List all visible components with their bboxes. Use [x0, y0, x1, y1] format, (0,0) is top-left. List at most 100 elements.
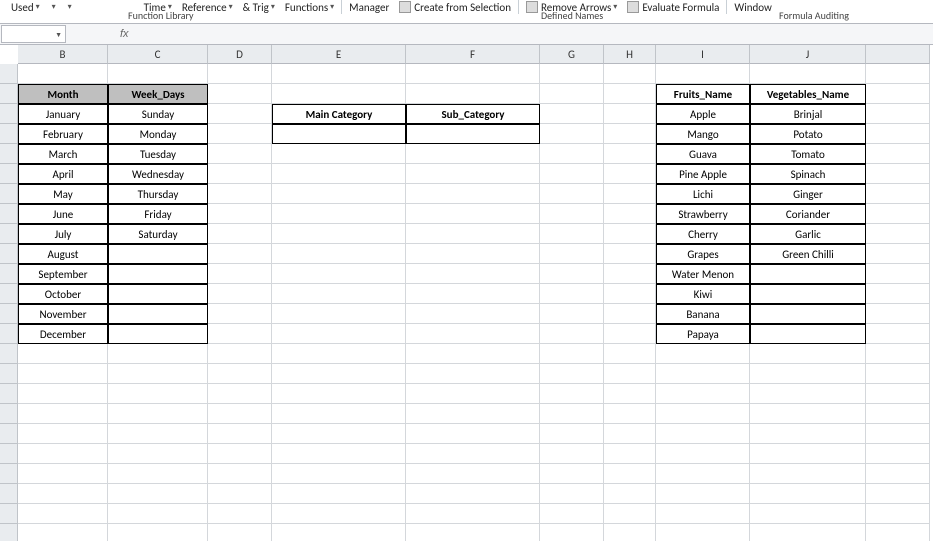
cell-C15[interactable]	[108, 344, 208, 364]
cell-C1[interactable]	[108, 64, 208, 84]
cell-G3[interactable]	[540, 104, 604, 124]
cell-B1[interactable]	[18, 64, 108, 84]
cell-J19[interactable]	[750, 424, 866, 444]
cell-H9[interactable]	[604, 224, 656, 244]
cell-J4[interactable]: Potato	[750, 124, 866, 144]
cell-I3[interactable]: Apple	[656, 104, 750, 124]
cell-B15[interactable]	[18, 344, 108, 364]
cell-B9[interactable]: July	[18, 224, 108, 244]
cell-I24[interactable]	[656, 524, 750, 541]
cell-K22[interactable]	[866, 484, 930, 504]
col-header-H[interactable]: H	[604, 45, 656, 64]
col-header-G[interactable]: G	[540, 45, 604, 64]
col-header-next[interactable]	[866, 45, 930, 64]
cell-G22[interactable]	[540, 484, 604, 504]
cell-D16[interactable]	[208, 364, 272, 384]
fx-icon[interactable]: fx	[120, 28, 129, 40]
cell-D4[interactable]	[208, 124, 272, 144]
cell-D9[interactable]	[208, 224, 272, 244]
cell-C17[interactable]	[108, 384, 208, 404]
row-header[interactable]	[0, 464, 18, 484]
cell-C21[interactable]	[108, 464, 208, 484]
cell-D6[interactable]	[208, 164, 272, 184]
cell-E2[interactable]	[272, 84, 406, 104]
cell-E10[interactable]	[272, 244, 406, 264]
cell-B14[interactable]: December	[18, 324, 108, 344]
cell-F23[interactable]	[406, 504, 540, 524]
cell-C13[interactable]	[108, 304, 208, 324]
cell-F5[interactable]	[406, 144, 540, 164]
cell-E11[interactable]	[272, 264, 406, 284]
cell-B5[interactable]: March	[18, 144, 108, 164]
ribbon-create-from-selection[interactable]: Create from Selection	[394, 0, 516, 14]
cell-E18[interactable]	[272, 404, 406, 424]
row-header[interactable]	[0, 444, 18, 464]
cell-H15[interactable]	[604, 344, 656, 364]
cell-K11[interactable]	[866, 264, 930, 284]
cell-H18[interactable]	[604, 404, 656, 424]
cell-D20[interactable]	[208, 444, 272, 464]
cell-B11[interactable]: September	[18, 264, 108, 284]
row-header[interactable]	[0, 144, 18, 164]
cell-J7[interactable]: Ginger	[750, 184, 866, 204]
cell-D3[interactable]	[208, 104, 272, 124]
cell-F1[interactable]	[406, 64, 540, 84]
cell-H16[interactable]	[604, 364, 656, 384]
cell-F19[interactable]	[406, 424, 540, 444]
cell-B20[interactable]	[18, 444, 108, 464]
cell-D10[interactable]	[208, 244, 272, 264]
cell-G8[interactable]	[540, 204, 604, 224]
col-header-I[interactable]: I	[656, 45, 750, 64]
cell-D2[interactable]	[208, 84, 272, 104]
cell-D12[interactable]	[208, 284, 272, 304]
cell-B3[interactable]: January	[18, 104, 108, 124]
cell-K21[interactable]	[866, 464, 930, 484]
cell-D5[interactable]	[208, 144, 272, 164]
cell-J16[interactable]	[750, 364, 866, 384]
row-header[interactable]	[0, 324, 18, 344]
cell-C11[interactable]	[108, 264, 208, 284]
cell-K23[interactable]	[866, 504, 930, 524]
cell-F7[interactable]	[406, 184, 540, 204]
cell-G15[interactable]	[540, 344, 604, 364]
cell-I18[interactable]	[656, 404, 750, 424]
cell-D17[interactable]	[208, 384, 272, 404]
cell-F18[interactable]	[406, 404, 540, 424]
cell-K6[interactable]	[866, 164, 930, 184]
row-header[interactable]	[0, 104, 18, 124]
cell-B19[interactable]	[18, 424, 108, 444]
cell-G18[interactable]	[540, 404, 604, 424]
cell-D23[interactable]	[208, 504, 272, 524]
cell-J20[interactable]	[750, 444, 866, 464]
cell-E22[interactable]	[272, 484, 406, 504]
cell-E20[interactable]	[272, 444, 406, 464]
cell-I17[interactable]	[656, 384, 750, 404]
cell-K17[interactable]	[866, 384, 930, 404]
cell-J2[interactable]: Vegetables_Name	[750, 84, 866, 104]
cell-C20[interactable]	[108, 444, 208, 464]
row-header[interactable]	[0, 504, 18, 524]
cell-K15[interactable]	[866, 344, 930, 364]
cell-G24[interactable]	[540, 524, 604, 541]
row-header[interactable]	[0, 424, 18, 444]
cell-C4[interactable]: Monday	[108, 124, 208, 144]
cell-B8[interactable]: June	[18, 204, 108, 224]
row-header[interactable]	[0, 364, 18, 384]
row-header[interactable]	[0, 64, 18, 84]
cell-I2[interactable]: Fruits_Name	[656, 84, 750, 104]
cell-D11[interactable]	[208, 264, 272, 284]
spreadsheet-grid[interactable]: B C D E F G H I J MonthWeek_DaysFruits_N…	[0, 45, 933, 541]
row-header[interactable]	[0, 164, 18, 184]
cell-D13[interactable]	[208, 304, 272, 324]
cell-K24[interactable]	[866, 524, 930, 541]
cell-J14[interactable]	[750, 324, 866, 344]
cell-I8[interactable]: Strawberry	[656, 204, 750, 224]
cell-F2[interactable]	[406, 84, 540, 104]
cell-H8[interactable]	[604, 204, 656, 224]
cell-I4[interactable]: Mango	[656, 124, 750, 144]
cell-C7[interactable]: Thursday	[108, 184, 208, 204]
cell-E6[interactable]	[272, 164, 406, 184]
cell-F6[interactable]	[406, 164, 540, 184]
col-header-J[interactable]: J	[750, 45, 866, 64]
cell-H23[interactable]	[604, 504, 656, 524]
